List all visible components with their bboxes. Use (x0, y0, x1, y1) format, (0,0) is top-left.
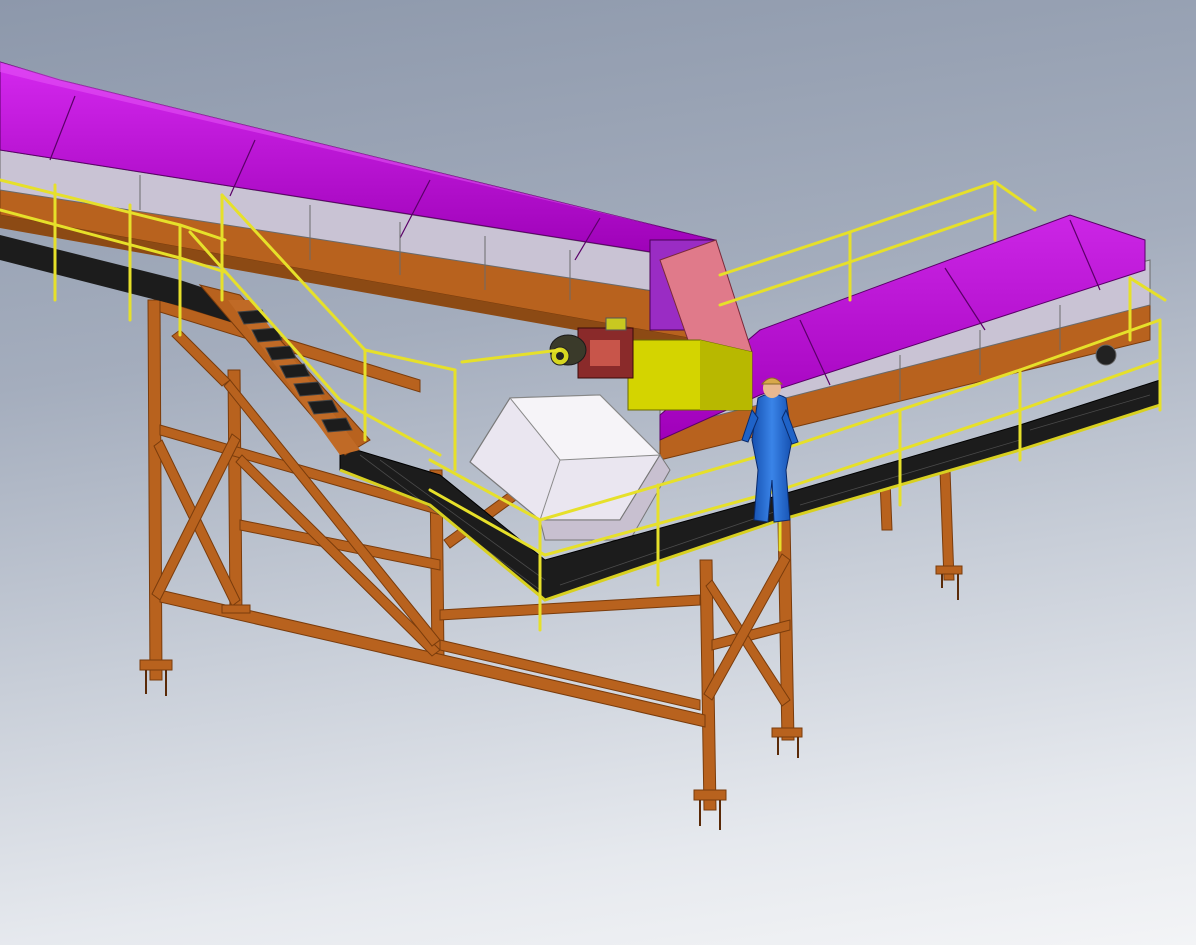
stair-tread (321, 417, 353, 433)
stair-tread (307, 399, 339, 415)
stair-tread (293, 381, 325, 397)
stairway (198, 284, 371, 456)
tail-drive-motor (1095, 344, 1117, 366)
stair-tread (279, 363, 311, 379)
conveyor-assembly-model (0, 61, 1167, 830)
stair-tread (265, 345, 297, 361)
cad-viewport[interactable] (0, 0, 1196, 945)
